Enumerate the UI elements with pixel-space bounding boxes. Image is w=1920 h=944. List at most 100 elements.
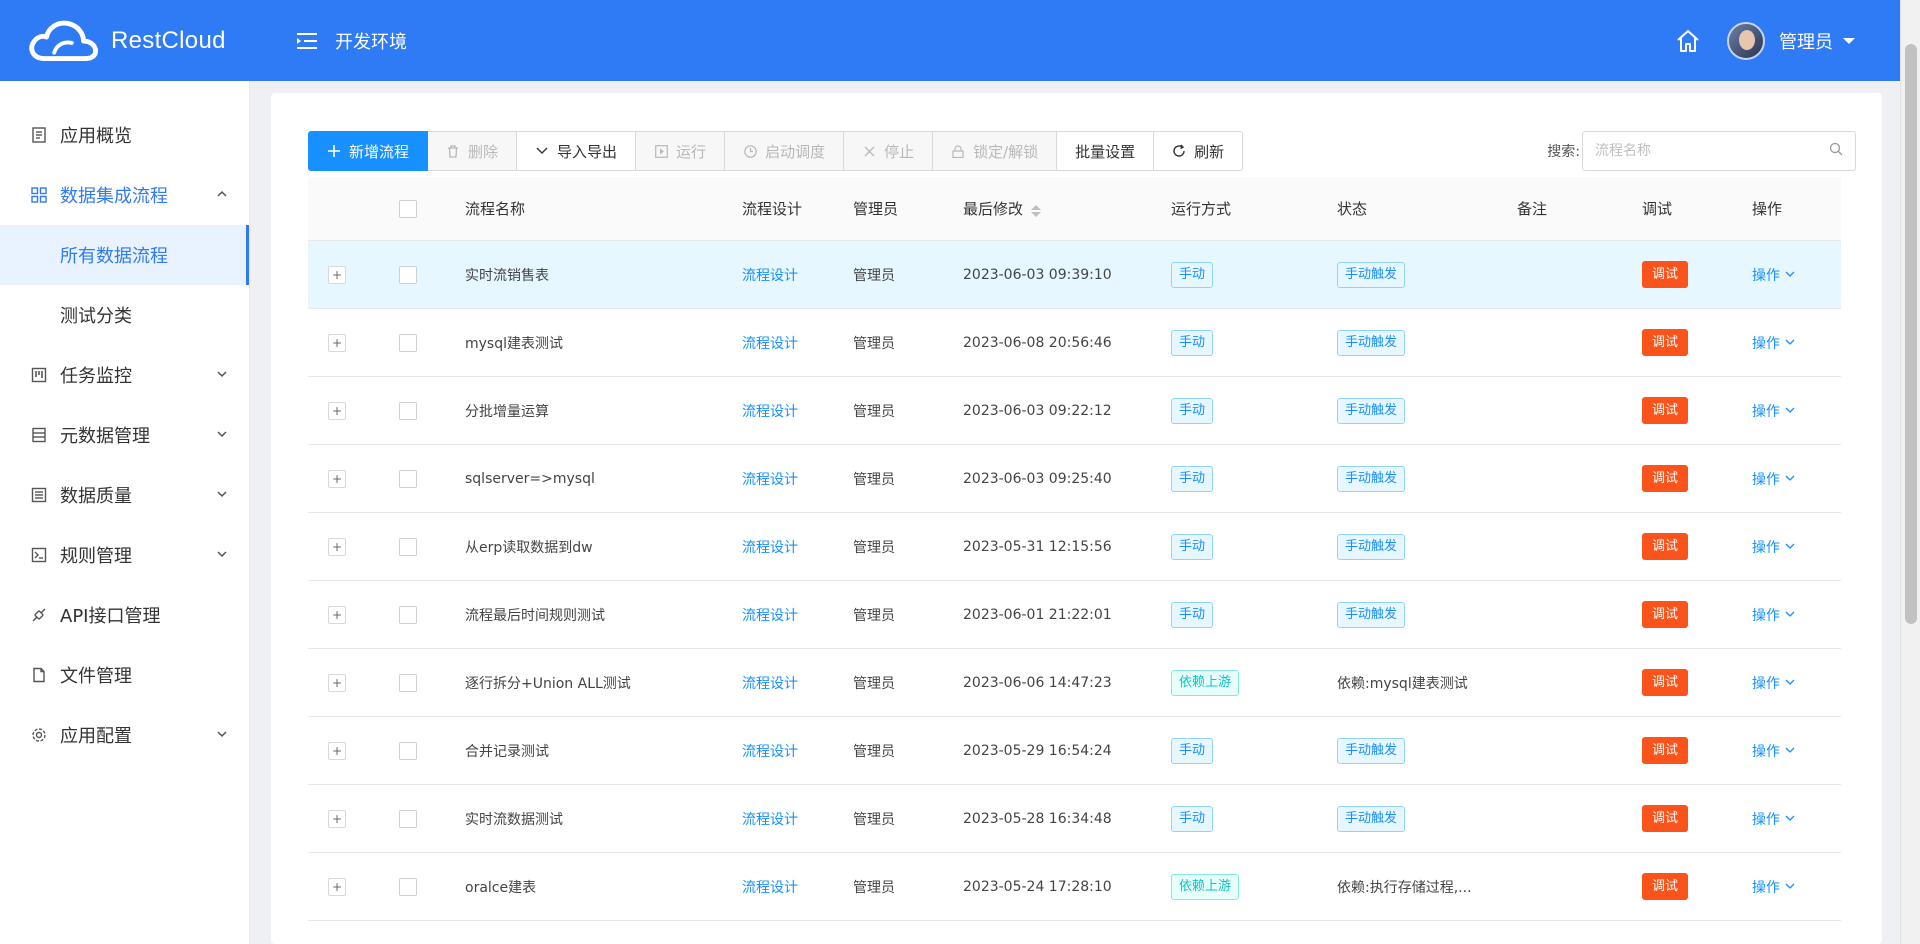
- expand-row-icon[interactable]: +: [328, 741, 346, 760]
- expand-row-icon[interactable]: +: [328, 333, 346, 352]
- operation-dropdown[interactable]: 操作: [1752, 809, 1795, 829]
- sidebar-item-app-overview[interactable]: 应用概览: [0, 105, 249, 165]
- refresh-icon: [1172, 144, 1186, 158]
- table-row[interactable]: + sqlserver=>mysql 流程设计 管理员 2023-06-03 09:25…: [308, 445, 1841, 513]
- operation-dropdown[interactable]: 操作: [1752, 333, 1795, 353]
- debug-button[interactable]: 调试: [1642, 873, 1689, 900]
- stop-button[interactable]: 停止: [844, 131, 934, 171]
- debug-button[interactable]: 调试: [1642, 805, 1689, 832]
- row-checkbox[interactable]: [399, 741, 417, 760]
- table-row[interactable]: + 流程最后时间规则测试 流程设计 管理员 2023-06-01 21:22:01 手动 手…: [308, 581, 1841, 649]
- run-button[interactable]: 运行: [636, 131, 726, 171]
- table-row[interactable]: + 合并记录测试 流程设计 管理员 2023-05-29 16:54:24 手动 手动触发 调…: [308, 717, 1841, 785]
- sort-icon[interactable]: [1031, 204, 1042, 217]
- debug-button[interactable]: 调试: [1642, 465, 1689, 492]
- operation-dropdown[interactable]: 操作: [1752, 469, 1795, 489]
- operation-dropdown[interactable]: 操作: [1752, 877, 1795, 897]
- home-icon[interactable]: [1675, 28, 1701, 54]
- operation-dropdown[interactable]: 操作: [1752, 673, 1795, 693]
- table-row[interactable]: + oralce建表 流程设计 管理员 2023-05-24 17:28:10 依赖上游 依…: [308, 853, 1841, 921]
- debug-button[interactable]: 调试: [1642, 397, 1689, 424]
- sidebar-item-metadata[interactable]: 元数据管理: [0, 405, 249, 465]
- sidebar-item-label: API接口管理: [60, 606, 161, 627]
- debug-button[interactable]: 调试: [1642, 533, 1689, 560]
- row-checkbox[interactable]: [399, 537, 417, 556]
- scrollbar-thumb[interactable]: [1905, 44, 1917, 624]
- expand-row-icon[interactable]: +: [328, 537, 346, 556]
- sidebar-item-data-quality[interactable]: 数据质量: [0, 465, 249, 525]
- add-flow-button[interactable]: 新增流程: [308, 131, 429, 171]
- avatar[interactable]: [1727, 21, 1765, 60]
- table-row[interactable]: + 实时流销售表 流程设计 管理员 2023-06-03 09:39:10 手动 手动触发 调…: [308, 241, 1841, 309]
- debug-button[interactable]: 调试: [1642, 737, 1689, 764]
- row-checkbox[interactable]: [399, 265, 417, 284]
- sidebar-item-files[interactable]: 文件管理: [0, 645, 249, 705]
- column-header-modified[interactable]: 最后修改: [963, 177, 1171, 240]
- search-input[interactable]: [1595, 143, 1829, 159]
- expand-row-icon[interactable]: +: [328, 265, 346, 284]
- sidebar-item-api[interactable]: API接口管理: [0, 585, 249, 645]
- environment-label[interactable]: 开发环境: [335, 28, 407, 54]
- run-mode-tag: 手动: [1171, 737, 1214, 764]
- operation-dropdown[interactable]: 操作: [1752, 265, 1795, 285]
- table-row[interactable]: + mysql建表测试 流程设计 管理员 2023-06-08 20:56:46 手动 手动…: [308, 309, 1841, 377]
- page-scrollbar[interactable]: [1900, 0, 1920, 944]
- table-row[interactable]: + 实时流数据测试 流程设计 管理员 2023-05-28 16:34:48 手动 手动触发…: [308, 785, 1841, 853]
- sidebar-item-data-flow[interactable]: 数据集成流程: [0, 165, 249, 225]
- expand-row-icon[interactable]: +: [328, 469, 346, 488]
- caret-down-icon[interactable]: [1843, 37, 1855, 44]
- row-checkbox[interactable]: [399, 469, 417, 488]
- flow-design-link[interactable]: 流程设计: [742, 877, 798, 897]
- operation-dropdown[interactable]: 操作: [1752, 741, 1795, 761]
- flow-design-link[interactable]: 流程设计: [742, 809, 798, 829]
- flow-design-link[interactable]: 流程设计: [742, 333, 798, 353]
- operation-dropdown[interactable]: 操作: [1752, 605, 1795, 625]
- expand-row-icon[interactable]: +: [328, 877, 346, 896]
- flow-design-link[interactable]: 流程设计: [742, 537, 798, 557]
- sidebar-subitem-all-flows[interactable]: 所有数据流程: [0, 225, 249, 285]
- sidebar-item-task-monitor[interactable]: 任务监控: [0, 345, 249, 405]
- expand-row-icon[interactable]: +: [328, 605, 346, 624]
- import-export-button[interactable]: 导入导出: [517, 131, 637, 171]
- flow-design-link[interactable]: 流程设计: [742, 741, 798, 761]
- row-checkbox[interactable]: [399, 809, 417, 828]
- table-row[interactable]: + 从erp读取数据到dw 流程设计 管理员 2023-05-31 12:15:56 手动…: [308, 513, 1841, 581]
- sidebar-subitem-test-category[interactable]: 测试分类: [0, 285, 249, 345]
- batch-settings-button[interactable]: 批量设置: [1057, 131, 1155, 171]
- start-schedule-button[interactable]: 启动调度: [725, 131, 845, 171]
- operation-dropdown[interactable]: 操作: [1752, 537, 1795, 557]
- flow-design-link[interactable]: 流程设计: [742, 469, 798, 489]
- run-mode-tag: 手动: [1171, 465, 1214, 492]
- expand-row-icon[interactable]: +: [328, 401, 346, 420]
- flow-design-link[interactable]: 流程设计: [742, 265, 798, 285]
- row-checkbox[interactable]: [399, 401, 417, 420]
- expand-row-icon[interactable]: +: [328, 809, 346, 828]
- select-all-checkbox[interactable]: [399, 199, 417, 218]
- row-checkbox[interactable]: [399, 673, 417, 692]
- debug-button[interactable]: 调试: [1642, 669, 1689, 696]
- flow-design-link[interactable]: 流程设计: [742, 605, 798, 625]
- flow-design-link[interactable]: 流程设计: [742, 401, 798, 421]
- sidebar-item-app-config[interactable]: 应用配置: [0, 705, 249, 765]
- delete-button[interactable]: 删除: [428, 131, 518, 171]
- refresh-button[interactable]: 刷新: [1154, 131, 1244, 171]
- row-checkbox[interactable]: [399, 605, 417, 624]
- row-checkbox[interactable]: [399, 877, 417, 896]
- operation-dropdown[interactable]: 操作: [1752, 401, 1795, 421]
- debug-button[interactable]: 调试: [1642, 601, 1689, 628]
- op-cell: 操作: [1752, 241, 1841, 308]
- debug-button[interactable]: 调试: [1642, 261, 1689, 288]
- user-name[interactable]: 管理员: [1779, 28, 1833, 54]
- search-icon[interactable]: [1829, 142, 1843, 160]
- debug-button[interactable]: 调试: [1642, 329, 1689, 356]
- table-row[interactable]: + 逐行拆分+Union ALL测试 流程设计 管理员 2023-06-06 14:47…: [308, 649, 1841, 717]
- expand-row-icon[interactable]: +: [328, 673, 346, 692]
- sidebar-item-rules[interactable]: 规则管理: [0, 525, 249, 585]
- menu-collapse-icon[interactable]: [295, 29, 319, 53]
- logo[interactable]: RestCloud: [25, 13, 265, 69]
- table-row[interactable]: + 分批增量运算 流程设计 管理员 2023-06-03 09:22:12 手动 手动触发 调…: [308, 377, 1841, 445]
- lock-unlock-button[interactable]: 锁定/解锁: [933, 131, 1058, 171]
- flow-design-link[interactable]: 流程设计: [742, 673, 798, 693]
- row-checkbox[interactable]: [399, 333, 417, 352]
- op-cell: 操作: [1752, 377, 1841, 444]
